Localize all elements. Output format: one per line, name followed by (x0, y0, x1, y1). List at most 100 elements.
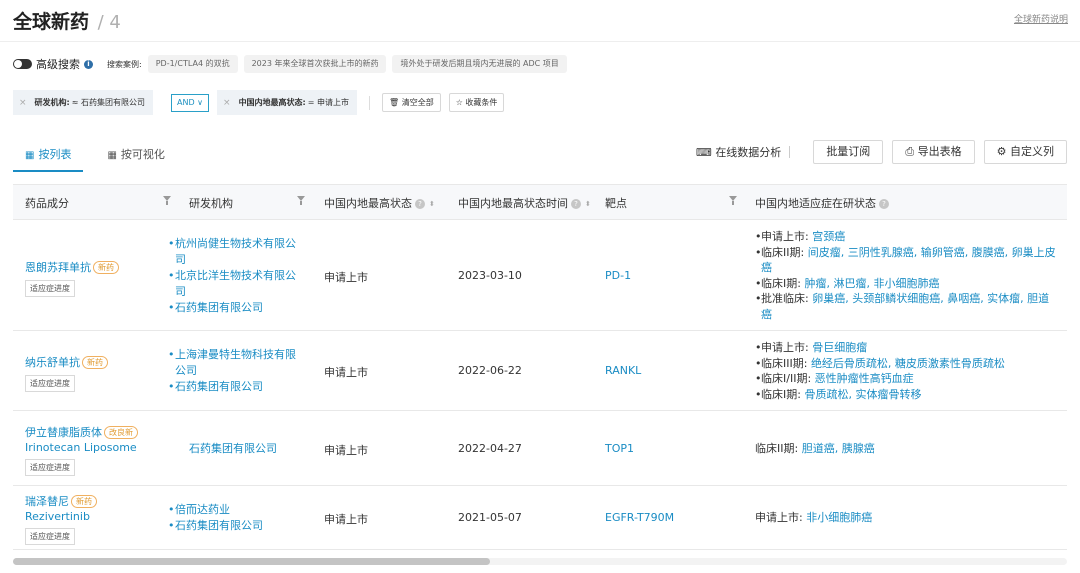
indication-phase: 临床II期: (761, 245, 808, 259)
divider (789, 146, 791, 158)
tab-visual-label: 按可视化 (120, 148, 165, 161)
org-link[interactable]: 北京比洋生物技术有限公司 (168, 268, 303, 300)
indication-phase: 临床I期: (761, 387, 805, 401)
drug-english-name[interactable]: Rezivertinib (25, 510, 97, 523)
org-link[interactable]: 上海津曼特生物科技有限公司 (168, 347, 303, 379)
indication-item: 临床I期: 肿瘤, 淋巴瘤, 非小细胞肺癌 (755, 276, 1060, 292)
close-icon[interactable]: × (223, 98, 231, 108)
filter-key: 中国内地最高状态: (238, 98, 306, 107)
export-label: 导出表格 (917, 145, 962, 158)
col-time-label: 中国内地最高状态时间 (458, 197, 568, 210)
org-link[interactable]: 石药集团有限公司 (168, 379, 303, 395)
help-link[interactable]: 全球新药说明 (1014, 12, 1068, 25)
drug-english-name[interactable]: Irinotecan Liposome (25, 441, 138, 454)
clear-all-button[interactable]: 🗑 清空全部 (382, 93, 441, 112)
indication-item: 临床II期: 间皮瘤, 三阴性乳腺癌, 输卵管癌, 腹膜癌, 卵巢上皮癌 (755, 245, 1060, 276)
org-link[interactable]: 石药集团有限公司 (189, 441, 324, 457)
org-cell: 石药集团有限公司 (189, 441, 324, 457)
custom-columns-button[interactable]: ⚙ 自定义列 (983, 140, 1067, 164)
status-cell: 申请上市 (324, 271, 368, 284)
drug-name-link[interactable]: 纳乐舒单抗 (25, 356, 80, 369)
indication-values-link[interactable]: 肿瘤, 淋巴瘤, 非小细胞肺癌 (804, 277, 939, 290)
results-table: 药品成分 研发机构 中国内地最高状态? ⬍ 中国内地最高状态时间? ⬍ 靶点 中国内… (13, 184, 1067, 550)
advanced-search-label: 高级搜索 (36, 58, 80, 71)
advanced-search-toggle[interactable] (13, 59, 32, 69)
target-link[interactable]: PD-1 (605, 269, 631, 282)
indication-progress-button[interactable]: 适应症进度 (25, 459, 75, 476)
indication-values-link[interactable]: 宫颈癌 (812, 230, 845, 243)
view-tabs: ▦ 按列表 ▦ 按可视化 (13, 138, 177, 172)
filter-icon[interactable] (297, 196, 305, 205)
example-chip-2[interactable]: 2023 年来全球首次获批上市的新药 (243, 55, 387, 73)
indication-progress-button[interactable]: 适应症进度 (25, 528, 75, 545)
date-cell: 2022-04-27 (458, 442, 522, 455)
indication-progress-button[interactable]: 适应症进度 (25, 375, 75, 392)
horizontal-scrollbar[interactable] (13, 558, 1067, 565)
online-analysis-button[interactable]: ⌨ 在线数据分析 (696, 144, 781, 160)
scrollbar-thumb[interactable] (13, 558, 490, 565)
help-icon[interactable]: ? (879, 199, 889, 209)
save-conditions-button[interactable]: ☆ 收藏条件 (448, 93, 505, 112)
divider (369, 95, 371, 110)
tab-list[interactable]: ▦ 按列表 (13, 138, 84, 172)
col-org: 研发机构 (189, 197, 233, 210)
sort-icon[interactable]: ⬍ (429, 200, 435, 208)
example-chip-1[interactable]: PD-1/CTLA4 的双抗 (147, 55, 238, 73)
result-count: / 4 (97, 12, 121, 33)
operator-select[interactable]: AND ∨ (171, 93, 210, 112)
drug-name-link[interactable]: 瑞泽替尼 (25, 495, 69, 508)
drug-cell: 恩朗苏拜单抗 新药适应症进度 (25, 259, 119, 297)
target-link[interactable]: TOP1 (605, 442, 634, 455)
col-time: 中国内地最高状态时间? ⬍ (458, 195, 591, 211)
gear-icon: ⚙ (996, 145, 1007, 158)
date-cell: 2021-05-07 (458, 511, 522, 524)
table-icon: ▦ (25, 150, 35, 161)
date-cell: 2022-06-22 (458, 364, 522, 377)
table-body: 恩朗苏拜单抗新药适应症进度杭州尚健生物技术有限公司北京比洋生物技术有限公司石药集… (13, 220, 1067, 550)
indication-progress-button[interactable]: 适应症进度 (25, 280, 75, 297)
export-table-button[interactable]: ⎙ 导出表格 (892, 140, 975, 164)
org-link[interactable]: 石药集团有限公司 (168, 518, 303, 534)
table-row: 伊立替康脂质体 改良新 Irinotecan Liposome 适应症进度 石药集团有限… (13, 411, 1067, 486)
batch-subscribe-button[interactable]: 批量订阅 (813, 140, 884, 164)
drug-type-badge: 新药 (71, 495, 97, 508)
tab-visual[interactable]: ▦ 按可视化 (95, 138, 176, 172)
indication-cell: 申请上市: 骨巨细胞瘤临床III期: 绝经后骨质疏松, 糖皮质激素性骨质疏松临床… (755, 340, 1060, 402)
indication-values-link[interactable]: 骨质疏松, 实体瘤骨转移 (804, 388, 921, 401)
filter-icon[interactable] (163, 196, 171, 205)
org-link[interactable]: 倍而达药业 (168, 502, 303, 518)
drug-type-badge: 新药 (93, 261, 119, 274)
indication-values-link[interactable]: 骨巨细胞瘤 (812, 341, 867, 354)
indication-item: 临床III期: 绝经后骨质疏松, 糖皮质激素性骨质疏松 (755, 356, 1060, 372)
indication-item: 临床II期: 胆道癌, 胰腺癌 (755, 441, 1060, 457)
filter-tag-org: × 研发机构: ≈ 石药集团有限公司 (13, 90, 153, 115)
target-link[interactable]: RANKL (605, 364, 641, 377)
org-link[interactable]: 杭州尚健生物技术有限公司 (168, 236, 303, 268)
example-chip-3[interactable]: 境外处于研发后期且境内无进展的 ADC 项目 (392, 55, 567, 73)
indication-values-link[interactable]: 非小细胞肺癌 (806, 511, 872, 524)
status-cell: 申请上市 (324, 444, 368, 457)
filter-key: 研发机构: (34, 98, 70, 107)
tab-list-label: 按列表 (38, 148, 72, 161)
info-icon[interactable]: i (84, 59, 93, 69)
search-row: 高级搜索 i 搜索案例: PD-1/CTLA4 的双抗 2023 年来全球首次获… (13, 55, 573, 73)
drug-cell: 伊立替康脂质体 改良新 Irinotecan Liposome 适应症进度 (25, 424, 138, 476)
indication-cell: 临床II期: 胆道癌, 胰腺癌 (755, 441, 1060, 457)
drug-name-link[interactable]: 伊立替康脂质体 (25, 426, 102, 439)
indication-values-link[interactable]: 胆道癌, 胰腺癌 (802, 442, 875, 455)
indication-values-link[interactable]: 绝经后骨质疏松, 糖皮质激素性骨质疏松 (811, 357, 1005, 370)
help-icon[interactable]: ? (571, 199, 581, 209)
status-cell: 申请上市 (324, 513, 368, 526)
indication-phase: 申请上市: (761, 230, 813, 243)
help-icon[interactable]: ? (415, 199, 425, 209)
org-cell: 倍而达药业石药集团有限公司 (168, 502, 303, 534)
filter-value: ≈ 石药集团有限公司 (71, 98, 145, 107)
org-link[interactable]: 石药集团有限公司 (168, 300, 303, 316)
indication-values-link[interactable]: 恶性肿瘤性高钙血症 (815, 372, 914, 385)
filter-icon[interactable] (729, 196, 737, 205)
target-link[interactable]: EGFR-T790M (605, 511, 674, 524)
drug-name-link[interactable]: 恩朗苏拜单抗 (25, 261, 91, 274)
sort-icon[interactable]: ⬍ (585, 200, 591, 208)
indication-cell: 申请上市: 非小细胞肺癌 (755, 510, 1060, 526)
close-icon[interactable]: × (19, 98, 27, 108)
